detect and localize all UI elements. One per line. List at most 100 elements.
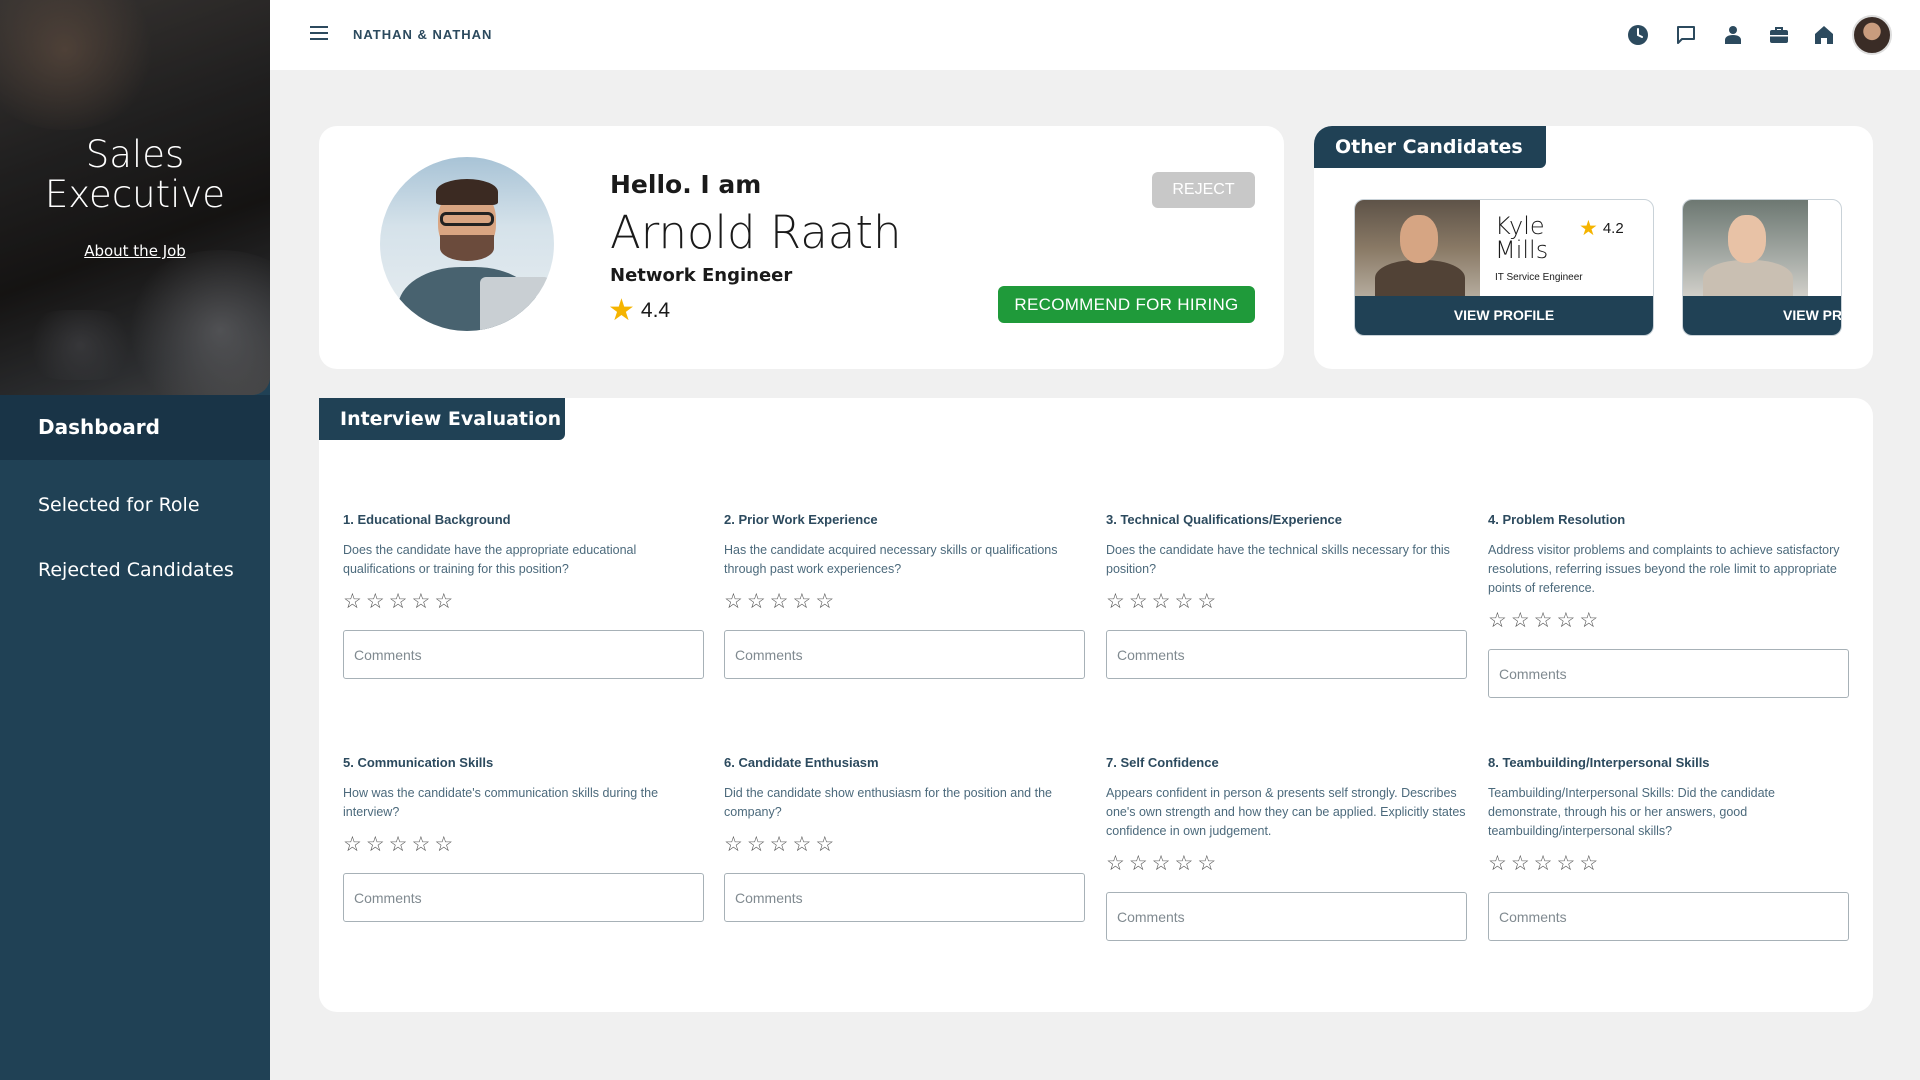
star-outline-icon[interactable]: ☆ bbox=[411, 833, 430, 857]
star-outline-icon[interactable]: ☆ bbox=[366, 833, 385, 857]
star-outline-icon[interactable]: ☆ bbox=[792, 590, 811, 614]
star-rating: ☆ ☆ ☆ ☆ ☆ bbox=[1106, 852, 1467, 876]
comments-input[interactable] bbox=[1488, 892, 1849, 941]
evaluation-question: 1. Educational Background Does the candid… bbox=[343, 512, 704, 679]
menu-icon[interactable] bbox=[310, 26, 328, 40]
star-outline-icon[interactable]: ☆ bbox=[389, 590, 408, 614]
star-outline-icon[interactable]: ☆ bbox=[1174, 852, 1193, 876]
user-icon[interactable] bbox=[1721, 23, 1745, 47]
other-candidates-card: Other Candidates Kyle Mills ★ 4.2 IT Servi… bbox=[1314, 126, 1873, 369]
candidate-photo bbox=[380, 157, 554, 331]
question-title: 7. Self Confidence bbox=[1106, 755, 1219, 770]
comments-input[interactable] bbox=[1106, 630, 1467, 679]
star-outline-icon[interactable]: ☆ bbox=[747, 590, 766, 614]
question-description: Does the candidate have the appropriate … bbox=[343, 543, 637, 576]
candidate-card[interactable]: Kyle Mills ★ 4.2 IT Service Engineer VIEW … bbox=[1354, 199, 1654, 336]
reject-button[interactable]: REJECT bbox=[1152, 172, 1255, 208]
star-outline-icon[interactable]: ☆ bbox=[389, 833, 408, 857]
about-job-link[interactable]: About the Job bbox=[0, 242, 270, 260]
question-title: 2. Prior Work Experience bbox=[724, 512, 878, 527]
view-profile-button[interactable]: VIEW PROFILE bbox=[1355, 296, 1653, 335]
question-title: 3. Technical Qualifications/Experience bbox=[1106, 512, 1343, 527]
star-outline-icon[interactable]: ☆ bbox=[366, 590, 385, 614]
star-icon: ★ bbox=[1579, 217, 1598, 240]
star-outline-icon[interactable]: ☆ bbox=[1556, 852, 1575, 876]
star-icon: ★ bbox=[608, 294, 635, 327]
star-outline-icon[interactable]: ☆ bbox=[1106, 852, 1125, 876]
interview-evaluation-card: Interview Evaluation 1. Educational Back… bbox=[319, 398, 1873, 1012]
interview-evaluation-title: Interview Evaluation bbox=[319, 398, 565, 440]
sidebar-item-selected-for-role[interactable]: Selected for Role bbox=[0, 485, 270, 525]
top-bar: NATHAN & NATHAN bbox=[270, 0, 1920, 70]
star-outline-icon[interactable]: ☆ bbox=[1152, 590, 1171, 614]
star-outline-icon[interactable]: ☆ bbox=[1106, 590, 1125, 614]
home-icon[interactable] bbox=[1812, 23, 1836, 47]
star-outline-icon[interactable]: ☆ bbox=[747, 833, 766, 857]
candidate-thumbnail bbox=[1355, 200, 1480, 300]
star-outline-icon[interactable]: ☆ bbox=[1579, 852, 1598, 876]
briefcase-icon[interactable] bbox=[1767, 23, 1791, 47]
sidebar-item-rejected-candidates[interactable]: Rejected Candidates bbox=[0, 550, 270, 590]
job-hero-banner: Sales Executive About the Job bbox=[0, 0, 270, 395]
chat-icon[interactable] bbox=[1674, 23, 1698, 47]
comments-input[interactable] bbox=[724, 630, 1085, 679]
star-outline-icon[interactable]: ☆ bbox=[434, 833, 453, 857]
job-title: Sales Executive bbox=[44, 133, 226, 216]
star-rating: ☆ ☆ ☆ ☆ ☆ bbox=[1106, 590, 1467, 614]
evaluation-question: 5. Communication Skills How was the candi… bbox=[343, 755, 704, 922]
star-outline-icon[interactable]: ☆ bbox=[1197, 852, 1216, 876]
brand-name: NATHAN & NATHAN bbox=[353, 27, 493, 42]
star-rating: ☆ ☆ ☆ ☆ ☆ bbox=[1488, 609, 1849, 633]
star-outline-icon[interactable]: ☆ bbox=[1511, 609, 1530, 633]
question-description: Did the candidate show enthusiasm for th… bbox=[724, 786, 1052, 819]
star-outline-icon[interactable]: ☆ bbox=[770, 590, 789, 614]
star-outline-icon[interactable]: ☆ bbox=[1129, 590, 1148, 614]
star-outline-icon[interactable]: ☆ bbox=[1488, 852, 1507, 876]
question-description: Address visitor problems and complaints … bbox=[1488, 543, 1840, 595]
star-outline-icon[interactable]: ☆ bbox=[792, 833, 811, 857]
star-outline-icon[interactable]: ☆ bbox=[434, 590, 453, 614]
question-title: 4. Problem Resolution bbox=[1488, 512, 1626, 527]
star-outline-icon[interactable]: ☆ bbox=[770, 833, 789, 857]
star-outline-icon[interactable]: ☆ bbox=[1534, 852, 1553, 876]
greeting: Hello. I am bbox=[610, 170, 762, 199]
candidate-role: Network Engineer bbox=[610, 265, 793, 286]
avatar[interactable] bbox=[1852, 15, 1892, 55]
star-outline-icon[interactable]: ☆ bbox=[1534, 609, 1553, 633]
comments-input[interactable] bbox=[724, 873, 1085, 922]
star-outline-icon[interactable]: ☆ bbox=[1556, 609, 1575, 633]
candidate-card[interactable]: VIEW PROFILE bbox=[1682, 199, 1842, 336]
clock-icon[interactable] bbox=[1626, 23, 1650, 47]
star-outline-icon[interactable]: ☆ bbox=[815, 833, 834, 857]
star-outline-icon[interactable]: ☆ bbox=[1511, 852, 1530, 876]
comments-input[interactable] bbox=[1106, 892, 1467, 941]
star-outline-icon[interactable]: ☆ bbox=[1579, 609, 1598, 633]
star-outline-icon[interactable]: ☆ bbox=[343, 833, 362, 857]
sidebar-item-dashboard[interactable]: Dashboard bbox=[0, 395, 270, 460]
recommend-for-hiring-button[interactable]: RECOMMEND FOR HIRING bbox=[998, 286, 1255, 323]
star-outline-icon[interactable]: ☆ bbox=[724, 833, 743, 857]
star-rating: ☆ ☆ ☆ ☆ ☆ bbox=[724, 833, 1085, 857]
view-profile-button[interactable]: VIEW PROFILE bbox=[1683, 296, 1841, 335]
question-description: How was the candidate's communication sk… bbox=[343, 786, 659, 819]
star-outline-icon[interactable]: ☆ bbox=[1488, 609, 1507, 633]
star-outline-icon[interactable]: ☆ bbox=[815, 590, 834, 614]
evaluation-question: 7. Self Confidence Appears confident in p… bbox=[1106, 755, 1467, 941]
question-title: 1. Educational Background bbox=[343, 512, 511, 527]
star-rating: ☆ ☆ ☆ ☆ ☆ bbox=[343, 590, 704, 614]
star-outline-icon[interactable]: ☆ bbox=[1129, 852, 1148, 876]
star-outline-icon[interactable]: ☆ bbox=[1174, 590, 1193, 614]
question-description: Appears confident in person & presents s… bbox=[1106, 786, 1466, 838]
evaluation-question: 8. Teambuilding/Interpersonal Skills Team… bbox=[1488, 755, 1849, 941]
candidate-profile-card: Hello. I am Arnold Raath Network Enginee… bbox=[319, 126, 1284, 369]
candidate-card-rating: ★ 4.2 bbox=[1579, 217, 1624, 240]
star-outline-icon[interactable]: ☆ bbox=[1152, 852, 1171, 876]
comments-input[interactable] bbox=[343, 873, 704, 922]
comments-input[interactable] bbox=[1488, 649, 1849, 698]
star-outline-icon[interactable]: ☆ bbox=[411, 590, 430, 614]
comments-input[interactable] bbox=[343, 630, 704, 679]
star-outline-icon[interactable]: ☆ bbox=[343, 590, 362, 614]
star-outline-icon[interactable]: ☆ bbox=[1197, 590, 1216, 614]
rating-value: 4.4 bbox=[640, 299, 671, 322]
star-outline-icon[interactable]: ☆ bbox=[724, 590, 743, 614]
